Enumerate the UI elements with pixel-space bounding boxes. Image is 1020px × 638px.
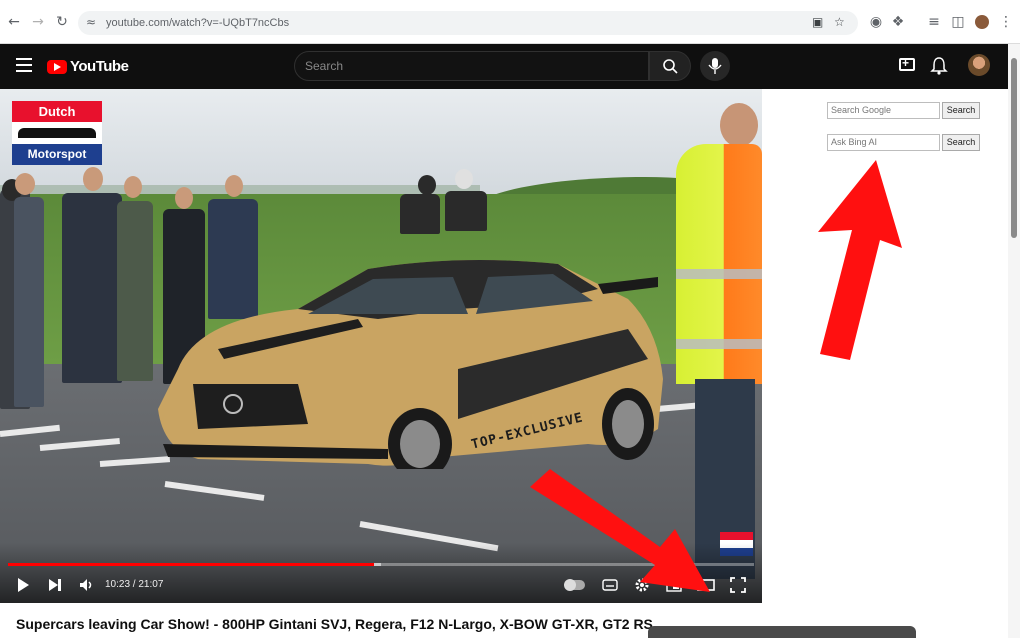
spectator-head <box>175 187 193 209</box>
vest-reflective-strip <box>676 339 762 349</box>
search-button[interactable] <box>649 51 691 81</box>
spectator-head <box>225 175 243 197</box>
voice-search-button[interactable] <box>700 51 730 81</box>
youtube-header: YouTube Search <box>0 44 1008 89</box>
spectator <box>14 197 44 407</box>
spectator-head <box>418 175 436 195</box>
time-display: 10:23 / 21:07 <box>105 579 164 590</box>
back-icon[interactable]: ← <box>4 12 24 32</box>
bing-ai-input[interactable]: Ask Bing AI <box>827 134 940 151</box>
notifications-bell-icon[interactable] <box>930 56 948 81</box>
video-title: Supercars leaving Car Show! - 800HP Gint… <box>16 616 669 632</box>
channel-logo-overlay: Dutch Motorspot <box>12 101 102 165</box>
fullscreen-icon <box>730 577 746 593</box>
partial-thumbnail <box>648 626 916 638</box>
profile-avatar[interactable] <box>972 12 992 32</box>
channel-logo-car-silhouette <box>12 122 102 144</box>
annotation-arrow-bing <box>818 160 902 360</box>
spectator <box>117 201 153 381</box>
page-scrollbar[interactable] <box>1008 44 1020 638</box>
marshal-head <box>720 103 758 147</box>
media-queue-icon[interactable]: ≡ <box>924 12 944 32</box>
search-icon <box>663 59 678 74</box>
scrollbar-thumb[interactable] <box>1011 58 1017 238</box>
menu-icon[interactable] <box>16 58 32 72</box>
reload-icon[interactable]: ↻ <box>52 12 72 32</box>
bing-ai-search-button[interactable]: Search <box>942 134 980 151</box>
bookmark-star-icon[interactable]: ☆ <box>834 15 845 29</box>
address-bar[interactable]: ≈ youtube.com/watch?v=-UQbT7ncCbs ▣ ☆ <box>78 11 858 35</box>
browser-toolbar: ← → ↻ ≈ youtube.com/watch?v=-UQbT7ncCbs … <box>0 0 1020 44</box>
annotation-arrow-theater <box>530 469 710 592</box>
vest-reflective-strip <box>676 269 762 279</box>
site-settings-icon[interactable]: ≈ <box>86 15 96 29</box>
channel-logo-bottom: Motorspot <box>12 144 102 165</box>
play-button[interactable] <box>12 574 34 596</box>
forward-icon[interactable]: → <box>28 12 48 32</box>
youtube-logo[interactable]: YouTube <box>47 58 129 75</box>
volume-button[interactable] <box>76 574 98 596</box>
google-search-input[interactable]: Search Google <box>827 102 940 119</box>
youtube-play-icon <box>47 59 67 74</box>
url-text: youtube.com/watch?v=-UQbT7ncCbs <box>106 17 290 29</box>
progress-played <box>8 563 374 566</box>
fullscreen-button[interactable] <box>726 574 750 596</box>
extension-shield-icon[interactable]: ◉ <box>866 12 886 32</box>
spectator-head <box>15 173 35 195</box>
create-video-icon[interactable] <box>899 56 915 71</box>
extensions-puzzle-icon[interactable]: ❖ <box>888 12 908 32</box>
search-input[interactable]: Search <box>294 51 649 81</box>
spectator-head <box>455 169 473 189</box>
account-avatar[interactable] <box>968 54 990 76</box>
youtube-wordmark: YouTube <box>70 58 129 75</box>
spectator-head <box>83 167 103 191</box>
channel-logo-top: Dutch <box>12 101 102 122</box>
cast-icon[interactable]: ▣ <box>812 15 823 29</box>
browser-menu-icon[interactable]: ⋮ <box>996 12 1016 32</box>
google-search-button[interactable]: Search <box>942 102 980 119</box>
spectator <box>62 193 122 383</box>
side-panel-icon[interactable]: ◫ <box>948 12 968 32</box>
next-icon <box>49 579 61 591</box>
volume-icon <box>80 579 92 591</box>
video-player[interactable]: TOP-EXCLUSIVE Dutch Motorspot 10:23 / 21… <box>0 89 762 603</box>
microphone-icon <box>708 58 722 74</box>
spectator-head <box>124 176 142 198</box>
gold-car <box>158 260 663 469</box>
next-button[interactable] <box>44 574 66 596</box>
spectator <box>445 191 487 231</box>
spectator <box>400 194 440 234</box>
play-icon <box>18 578 29 592</box>
